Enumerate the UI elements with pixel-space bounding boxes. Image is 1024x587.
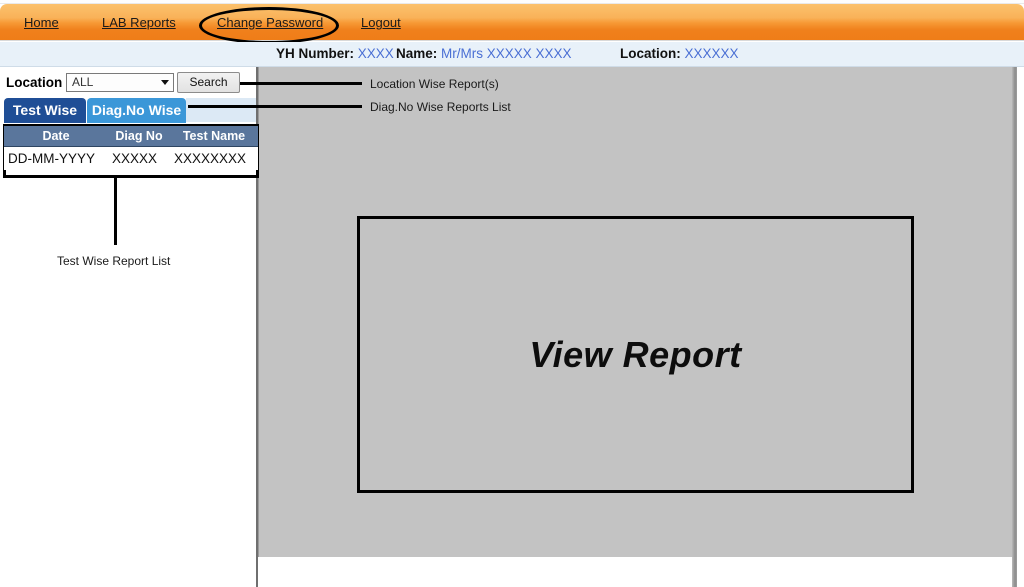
location-value: XXXXXX (685, 46, 739, 61)
nav-links-container: Home LAB Reports Change Password Logout (0, 4, 1024, 40)
view-report-area[interactable]: View Report (357, 216, 914, 493)
location-filter-toolbar: Location ALL Search (0, 71, 256, 97)
search-button[interactable]: Search (177, 72, 240, 93)
location-label: Location: (620, 46, 681, 61)
main-navigation-bar: Home LAB Reports Change Password Logout (0, 4, 1024, 41)
tab-test-wise[interactable]: Test Wise (4, 98, 86, 123)
yh-number-value: XXXX (358, 46, 394, 61)
patient-name-label: Name: (396, 46, 437, 61)
nav-link-logout[interactable]: Logout (361, 15, 401, 30)
location-select-value: ALL (72, 75, 93, 89)
cell-test-name: XXXXXXXX (170, 146, 258, 170)
table-header-row: Date Diag No Test Name (4, 126, 258, 146)
yh-number-label: YH Number: (276, 46, 354, 61)
nav-link-change-password[interactable]: Change Password (217, 15, 323, 30)
annotation-leader-line-location-wise (240, 82, 362, 85)
report-table: Date Diag No Test Name DD-MM-YYYY XXXXX … (4, 126, 258, 170)
yh-number-group: YH Number: XXXX (276, 46, 394, 61)
view-report-label: View Report (360, 219, 911, 490)
report-table-body: DD-MM-YYYY XXXXX XXXXXXXX (4, 146, 258, 170)
column-header-date[interactable]: Date (4, 126, 108, 146)
page-root: Home LAB Reports Change Password Logout … (0, 0, 1024, 587)
patient-name-value: Mr/Mrs XXXXX XXXX (441, 46, 572, 61)
column-header-test-name[interactable]: Test Name (170, 126, 258, 146)
tab-diagno-wise[interactable]: Diag.No Wise (87, 98, 186, 123)
report-table-head: Date Diag No Test Name (4, 126, 258, 146)
annotation-location-wise-reports: Location Wise Report(s) (370, 77, 499, 91)
nav-link-home[interactable]: Home (24, 15, 59, 30)
patient-name-group: Name: Mr/Mrs XXXXX XXXX (396, 46, 572, 61)
annotation-leader-line-diagno-wise (188, 105, 362, 108)
table-row[interactable]: DD-MM-YYYY XXXXX XXXXXXXX (4, 146, 258, 170)
annotation-test-wise-report-list: Test Wise Report List (57, 254, 170, 268)
column-header-diag-no[interactable]: Diag No (108, 126, 170, 146)
nav-link-lab-reports[interactable]: LAB Reports (102, 15, 176, 30)
location-select[interactable]: ALL (66, 73, 174, 92)
annotation-diagno-wise-reports: Diag.No Wise Reports List (370, 100, 511, 114)
tabstrip-background (186, 98, 256, 122)
window-right-margin (1017, 67, 1024, 587)
location-filter-label: Location (6, 75, 62, 90)
annotation-leader-line-test-wise (114, 178, 117, 245)
patient-info-bar: YH Number: XXXX Name: Mr/Mrs XXXXX XXXX … (0, 42, 1024, 67)
cell-date: DD-MM-YYYY (4, 146, 108, 170)
chevron-down-icon (161, 80, 169, 85)
location-group: Location: XXXXXX (620, 46, 739, 61)
cell-diag-no: XXXXX (108, 146, 170, 170)
